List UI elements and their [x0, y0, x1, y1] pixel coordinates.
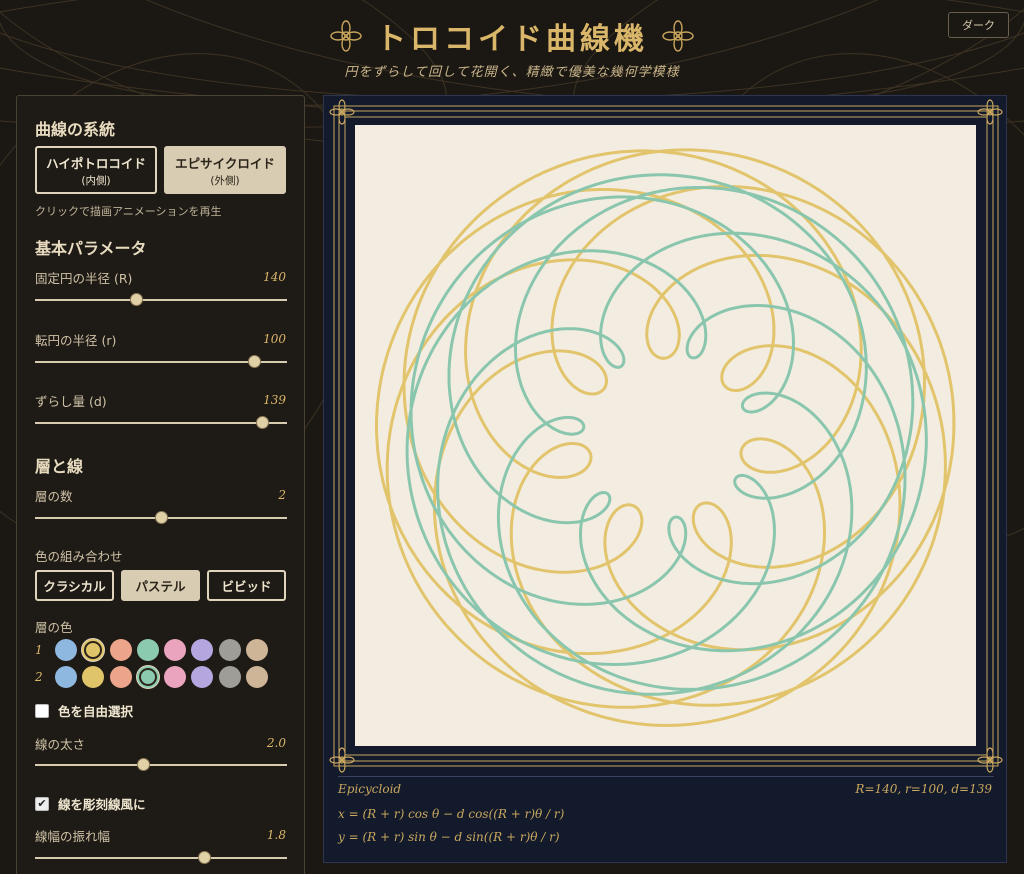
hypotrochoid-label: ハイポトロコイド [46, 155, 146, 171]
epicycloid-label: エピサイクロイド [175, 155, 275, 171]
divider [338, 776, 994, 777]
curve-name: Epicycloid [338, 782, 402, 796]
canvas-area: Epicycloid R=140, r=100, d=139 x = (R + … [323, 95, 1007, 863]
d-slider[interactable] [35, 416, 287, 429]
epicycloid-button[interactable]: エピサイクロイド (外側) [164, 146, 286, 194]
color-swatch[interactable] [136, 666, 159, 688]
engrave-checkbox[interactable]: ✔ 線を彫刻線風に [35, 794, 146, 813]
line-width-slider-thumb[interactable] [137, 758, 151, 771]
formula-x: x = (R + r) cos θ − d cos((R + r)θ / r) [338, 807, 565, 821]
R-slider-thumb[interactable] [129, 293, 143, 306]
section-heading-layers: 層と線 [35, 457, 84, 476]
engrave-label: 線を彫刻線風に [58, 797, 146, 812]
color-swatch[interactable] [164, 639, 187, 661]
d-value: 139 [263, 393, 286, 407]
r-value: 100 [263, 332, 286, 346]
color-swatch[interactable] [55, 666, 77, 688]
color-swatch[interactable] [218, 666, 241, 688]
rosette-icon [662, 20, 694, 52]
R-value: 140 [263, 270, 286, 284]
color-swatch[interactable] [109, 666, 132, 688]
r-slider[interactable] [35, 355, 287, 368]
formula-y: y = (R + r) sin θ − d sin((R + r)θ / r) [338, 830, 560, 844]
amplitude-slider-thumb[interactable] [197, 851, 211, 864]
page-subtitle: 円をずらして回して花開く、精緻で優美な幾何学模様 [344, 65, 680, 80]
color-swatch[interactable] [246, 666, 269, 688]
color-swatch[interactable] [191, 666, 214, 688]
hypotrochoid-sublabel: (内側) [81, 174, 111, 187]
layer-count-slider-thumb[interactable] [155, 511, 168, 524]
amplitude-value: 1.8 [266, 828, 286, 842]
amplitude-slider[interactable] [35, 851, 287, 864]
layer-color-row-1: 1 [35, 639, 273, 661]
animation-hint: クリックで描画アニメーションを再生 [35, 205, 222, 218]
palette-vivid-button[interactable]: ビビッド [207, 570, 286, 601]
color-swatch[interactable] [82, 666, 105, 688]
epicycloid-sublabel: (外側) [210, 174, 240, 187]
layer-count-value: 2 [278, 488, 286, 502]
color-swatch[interactable] [109, 639, 132, 661]
theme-toggle-button[interactable]: ダーク [948, 12, 1009, 38]
d-slider-thumb[interactable] [255, 416, 269, 429]
rosette-icon [330, 20, 362, 52]
layer-number: 2 [35, 670, 43, 684]
app-header: トロコイド曲線機 円をずらして回して花開く、精緻で優美な幾何学模様 ダーク [0, 0, 1024, 90]
color-swatch[interactable] [164, 666, 187, 688]
free-color-checkbox-box[interactable] [35, 703, 49, 718]
d-label: ずらし量 (d) [35, 394, 107, 409]
title-row: トロコイド曲線機 [0, 14, 1024, 58]
color-swatch[interactable] [55, 639, 77, 661]
palette-label: 色の組み合わせ [35, 549, 123, 564]
line-width-label: 線の太さ [35, 737, 86, 752]
free-color-checkbox[interactable]: 色を自由選択 [35, 701, 133, 720]
free-color-label: 色を自由選択 [58, 704, 134, 719]
layer-count-slider[interactable] [35, 511, 287, 524]
r-slider-thumb[interactable] [248, 355, 262, 368]
control-panel: 曲線の系統 ハイポトロコイド (内側) エピサイクロイド (外側) クリックで描… [16, 95, 305, 874]
layer-count-label: 層の数 [35, 489, 73, 504]
color-swatch[interactable] [218, 639, 241, 661]
page-title: トロコイド曲線機 [376, 22, 648, 57]
layer-color-label: 層の色 [35, 620, 73, 635]
layer-color-row-2: 2 [35, 666, 273, 688]
color-swatch[interactable] [191, 639, 214, 661]
color-swatch[interactable] [246, 639, 269, 661]
R-label: 固定円の半径 (R) [35, 271, 133, 286]
layer-number: 1 [35, 643, 43, 657]
R-slider[interactable] [35, 293, 287, 306]
curve-params: R=140, r=100, d=139 [855, 782, 992, 796]
line-width-value: 2.0 [266, 736, 286, 750]
curve-canvas[interactable] [324, 96, 1008, 776]
palette-pastel-button[interactable]: パステル [121, 570, 200, 601]
hypotrochoid-button[interactable]: ハイポトロコイド (内側) [35, 146, 157, 194]
amplitude-label: 線幅の振れ幅 [35, 829, 111, 844]
engrave-checkbox-box[interactable]: ✔ [35, 796, 49, 811]
color-swatch[interactable] [82, 639, 105, 661]
section-heading-family: 曲線の系統 [35, 120, 116, 139]
section-heading-basic: 基本パラメータ [35, 239, 147, 258]
r-label: 転円の半径 (r) [35, 333, 117, 348]
line-width-slider[interactable] [35, 758, 287, 771]
palette-classical-button[interactable]: クラシカル [35, 570, 114, 601]
color-swatch[interactable] [136, 639, 159, 661]
